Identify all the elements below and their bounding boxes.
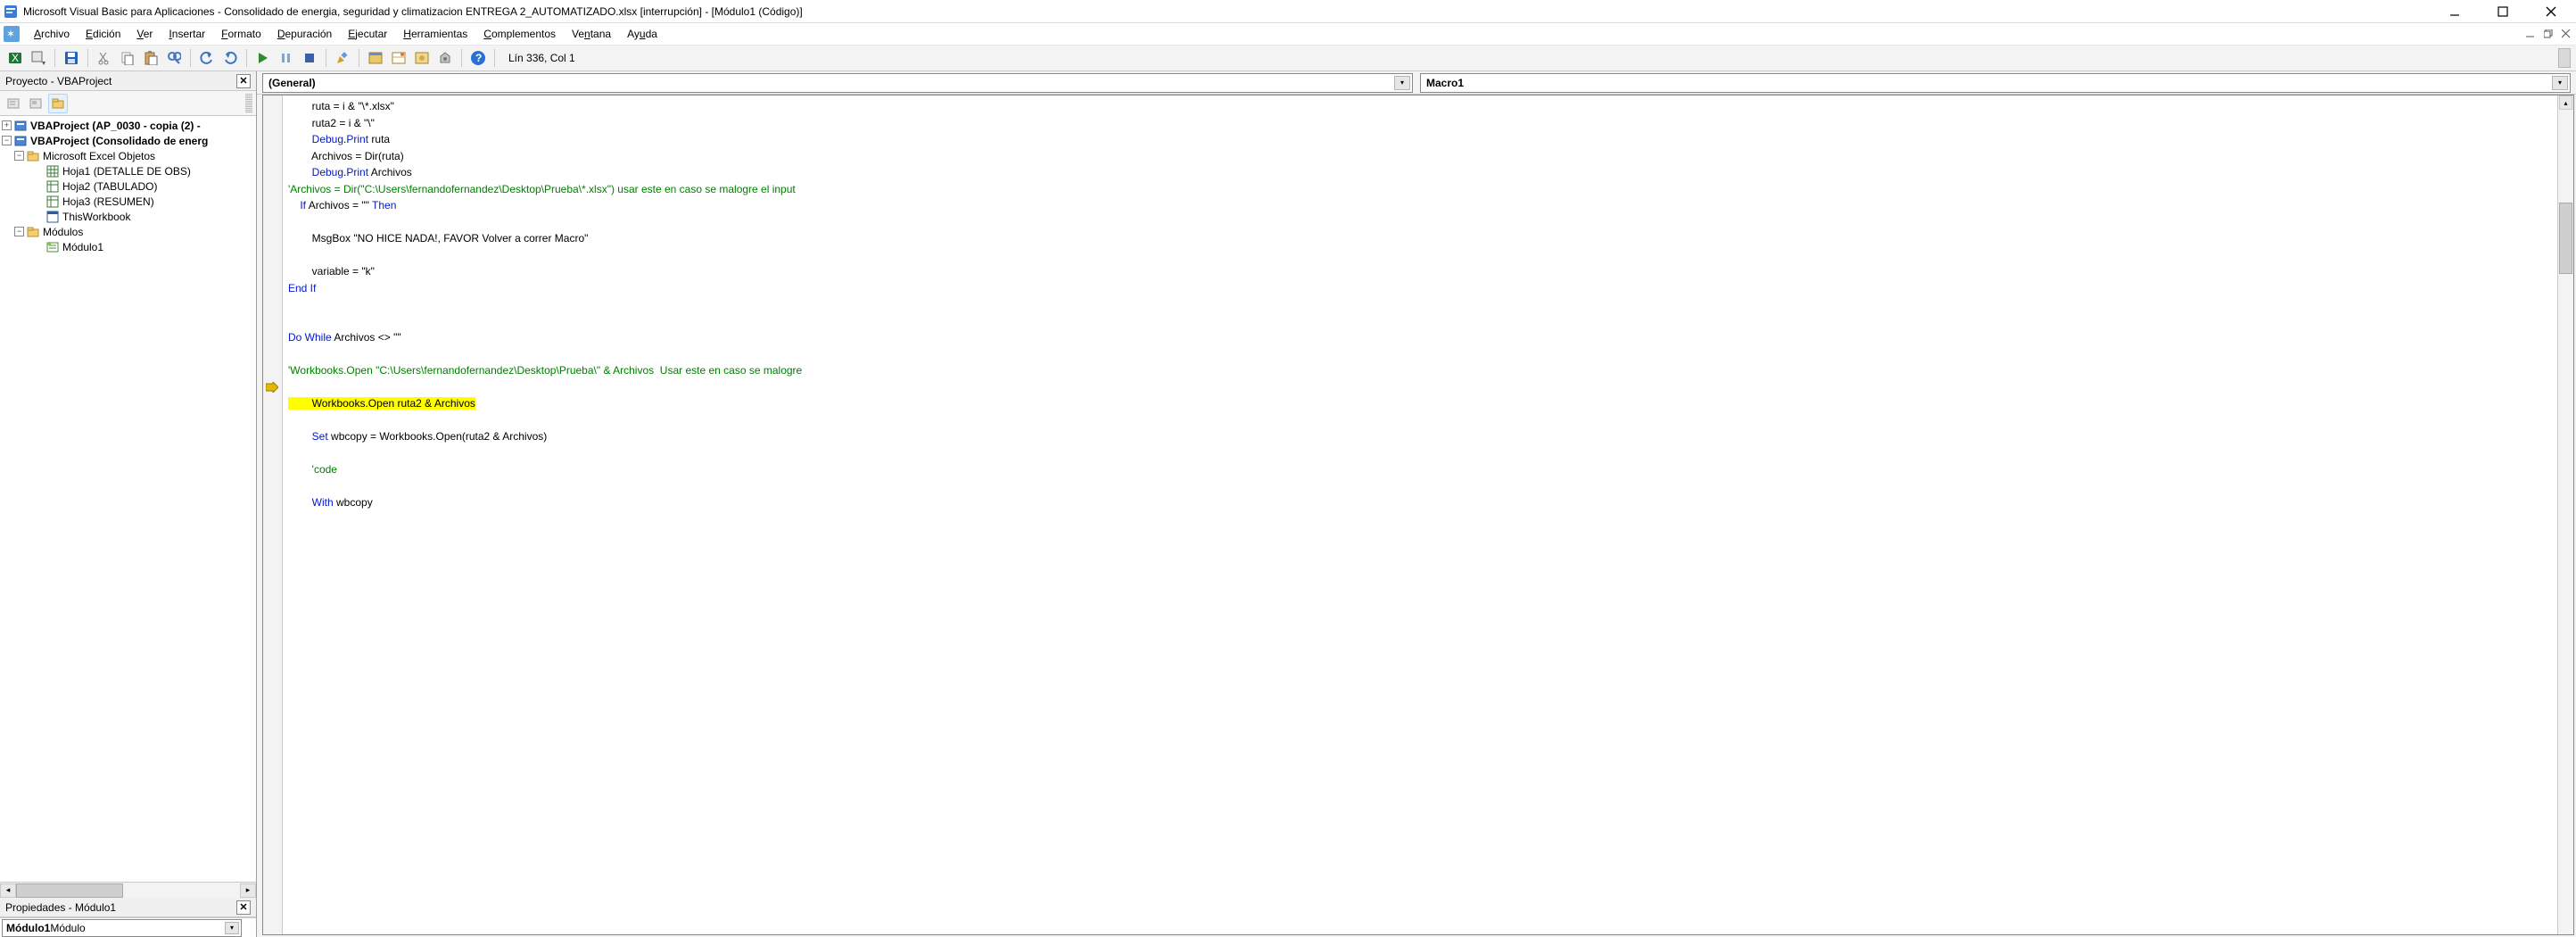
scroll-up-button[interactable]: ▴	[2559, 95, 2572, 110]
help-button[interactable]: ?	[468, 48, 488, 68]
tree-sheet-hoja1[interactable]: Hoja1 (DETALLE DE OBS)	[2, 163, 254, 178]
design-mode-button[interactable]	[333, 48, 352, 68]
break-button[interactable]	[277, 48, 296, 68]
menu-herramientas[interactable]: Herramientas	[396, 26, 475, 42]
insert-userform-button[interactable]	[29, 48, 48, 68]
chevron-down-icon[interactable]: ▾	[225, 922, 239, 934]
project-explorer-pane: Proyecto - VBAProject ✕ + VBAProject (AP…	[0, 71, 257, 937]
vscroll-thumb[interactable]	[2559, 203, 2572, 274]
minimize-button[interactable]	[2439, 3, 2471, 21]
module-icon	[46, 241, 59, 253]
view-code-button[interactable]	[4, 94, 23, 113]
title-bar: Microsoft Visual Basic para Aplicaciones…	[0, 0, 2576, 23]
copy-button[interactable]	[118, 48, 137, 68]
menu-ver[interactable]: Ver	[129, 26, 160, 42]
current-line-arrow-icon	[266, 382, 278, 393]
project-tree[interactable]: + VBAProject (AP_0030 - copia (2) - − VB…	[0, 116, 256, 882]
properties-window-button[interactable]	[389, 48, 409, 68]
tree-thisworkbook[interactable]: ThisWorkbook	[2, 209, 254, 224]
project-panel-title: Proyecto - VBAProject	[5, 75, 236, 87]
project-hscrollbar[interactable]: ◂ ▸	[0, 882, 256, 898]
properties-object-selector[interactable]: Módulo1 Módulo ▾	[0, 917, 256, 937]
maximize-button[interactable]	[2487, 3, 2519, 21]
code-selector-row: (General) ▾ Macro1 ▾	[257, 71, 2576, 95]
reset-button[interactable]	[300, 48, 319, 68]
paste-button[interactable]	[141, 48, 161, 68]
toolbar: X ? Lín 336, Col 1	[0, 45, 2576, 71]
tree-folder-excel-objects[interactable]: − Microsoft Excel Objetos	[2, 148, 254, 163]
project-explorer-button[interactable]	[366, 48, 385, 68]
menu-ayuda[interactable]: Ayuda	[620, 26, 665, 42]
menu-edicion[interactable]: Edición	[78, 26, 128, 42]
code-pane: (General) ▾ Macro1 ▾ ruta = i & "\*.xlsx…	[257, 71, 2576, 937]
toolbox-button[interactable]	[435, 48, 455, 68]
menu-depuracion[interactable]: Depuración	[270, 26, 339, 42]
code-editor[interactable]: ruta = i & "\*.xlsx" ruta2 = i & "\" Deb…	[262, 95, 2574, 935]
code-margin[interactable]	[263, 95, 283, 934]
tree-sheet-hoja2[interactable]: Hoja2 (TABULADO)	[2, 178, 254, 194]
project-icon	[14, 120, 27, 132]
chevron-down-icon[interactable]: ▾	[1394, 76, 1410, 90]
menu-archivo[interactable]: Archivo	[27, 26, 77, 42]
view-object-button[interactable]	[26, 94, 45, 113]
svg-text:✶: ✶	[6, 28, 15, 40]
svg-text:?: ?	[475, 52, 482, 64]
code-vscrollbar[interactable]: ▴	[2557, 95, 2573, 934]
undo-button[interactable]	[197, 48, 217, 68]
object-browser-button[interactable]	[412, 48, 432, 68]
vba-icon: ✶	[4, 26, 20, 42]
window-title: Microsoft Visual Basic para Aplicaciones…	[23, 5, 2439, 18]
menu-formato[interactable]: Formato	[214, 26, 268, 42]
properties-panel-title: Propiedades - Módulo1	[5, 901, 236, 914]
save-button[interactable]	[62, 48, 81, 68]
project-panel-header: Proyecto - VBAProject ✕	[0, 71, 256, 91]
tree-folder-modules[interactable]: − Módulos	[2, 224, 254, 239]
mdi-restore-button[interactable]	[2542, 28, 2555, 40]
toggle-folders-button[interactable]	[48, 94, 68, 113]
tree-sheet-hoja3[interactable]: Hoja3 (RESUMEN)	[2, 194, 254, 209]
properties-panel-header: Propiedades - Módulo1 ✕	[0, 898, 256, 917]
cursor-position-label: Lín 336, Col 1	[508, 52, 575, 64]
worksheet-icon	[46, 180, 59, 193]
folder-icon	[27, 150, 39, 162]
close-button[interactable]	[2535, 3, 2567, 21]
mdi-minimize-button[interactable]	[2524, 28, 2537, 40]
chevron-down-icon[interactable]: ▾	[2552, 76, 2568, 90]
app-icon	[4, 4, 18, 19]
mdi-close-button[interactable]	[2560, 28, 2572, 40]
view-excel-button[interactable]: X	[5, 48, 25, 68]
scroll-right-button[interactable]: ▸	[240, 883, 256, 898]
worksheet-icon	[46, 165, 59, 178]
panel-gripper	[245, 94, 252, 113]
object-combo[interactable]: (General) ▾	[262, 73, 1413, 93]
menu-insertar[interactable]: Insertar	[161, 26, 212, 42]
tree-module-modulo1[interactable]: Módulo1	[2, 239, 254, 254]
folder-icon	[27, 226, 39, 238]
menu-complementos[interactable]: Complementos	[476, 26, 563, 42]
svg-text:X: X	[12, 52, 19, 64]
project-panel-toolbar	[0, 91, 256, 116]
scroll-left-button[interactable]: ◂	[0, 883, 16, 898]
find-button[interactable]	[164, 48, 184, 68]
worksheet-icon	[46, 195, 59, 208]
run-button[interactable]	[253, 48, 273, 68]
toolbar-gripper	[2558, 48, 2571, 68]
code-text[interactable]: ruta = i & "\*.xlsx" ruta2 = i & "\" Deb…	[283, 95, 2557, 934]
cut-button[interactable]	[95, 48, 114, 68]
procedure-combo[interactable]: Macro1 ▾	[1420, 73, 2571, 93]
menu-ejecutar[interactable]: Ejecutar	[341, 26, 394, 42]
redo-button[interactable]	[220, 48, 240, 68]
hscroll-thumb[interactable]	[16, 883, 123, 898]
tree-project-2[interactable]: − VBAProject (Consolidado de energ	[2, 133, 254, 148]
project-icon	[14, 135, 27, 147]
tree-project-1[interactable]: + VBAProject (AP_0030 - copia (2) -	[2, 118, 254, 133]
project-panel-close-button[interactable]: ✕	[236, 74, 251, 88]
menu-bar: ✶ Archivo Edición Ver Insertar Formato D…	[0, 23, 2576, 45]
properties-panel-close-button[interactable]: ✕	[236, 900, 251, 915]
menu-ventana[interactable]: Ventana	[565, 26, 618, 42]
workbook-icon	[46, 211, 59, 223]
